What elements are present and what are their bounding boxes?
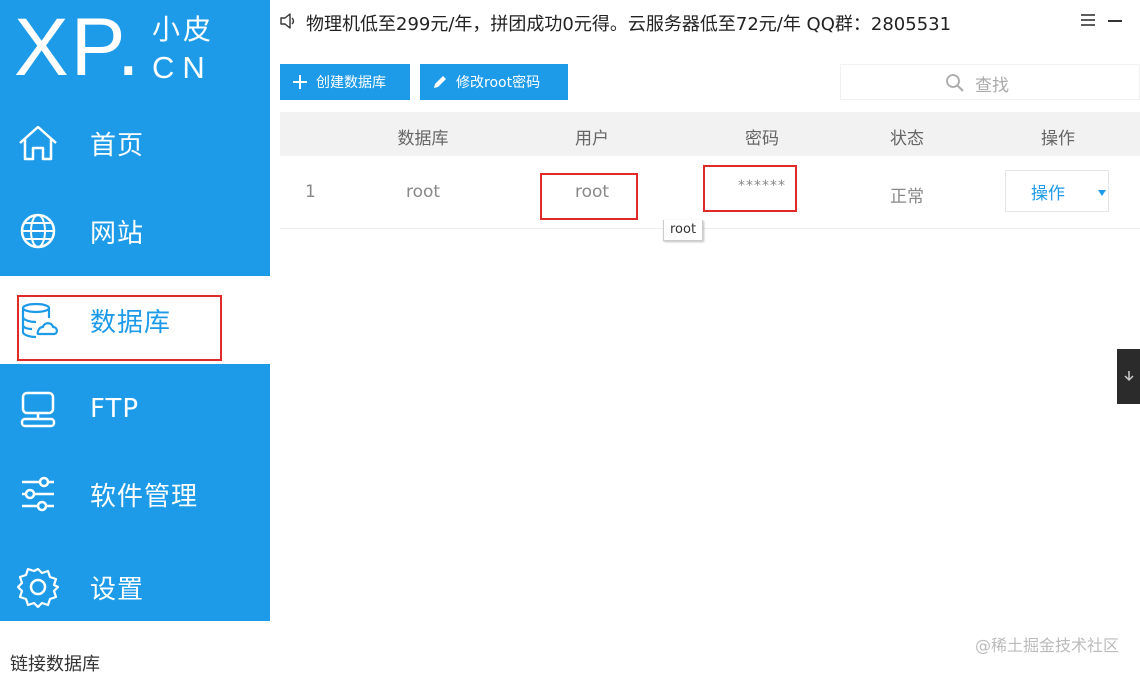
sidebar-item-label: 网站 [90,218,145,249]
column-header: 操作 [1041,129,1075,149]
announcement-text[interactable]: 物理机低至299元/年，拼团成功0元得。云服务器低至72元/年 QQ群：2805… [306,10,951,36]
sidebar-item-label: 软件管理 [90,481,199,512]
sidebar-item-ftp[interactable]: FTP [0,365,270,453]
side-tab[interactable] [1117,349,1140,404]
row-index: 1 [305,182,316,202]
sidebar-item-software[interactable]: 软件管理 [0,450,270,538]
sidebar-item-label: FTP [90,394,140,424]
logo-suffix: CN [152,50,213,85]
bottom-caption: 链接数据库 [10,654,100,675]
menu-icon[interactable] [1080,12,1096,28]
change-root-password-button[interactable]: 修改root密码 [420,64,568,100]
ftp-icon [20,391,56,428]
logo-chinese: 小皮 [152,13,215,46]
caret-down-icon[interactable] [1098,190,1106,196]
create-database-button[interactable]: 创建数据库 [280,64,410,100]
home-icon [19,125,57,161]
watermark: @稀土掘金技术社区 [975,636,1120,655]
column-header: 数据库 [397,129,449,149]
column-header: 用户 [575,129,609,149]
minimize-icon[interactable] [1108,20,1122,22]
sliders-icon [22,476,54,512]
gear-icon [16,567,60,609]
sidebar-item-home[interactable]: 首页 [0,99,270,187]
column-header: 状态 [890,129,924,149]
pencil-icon [434,76,446,88]
tooltip: root [663,220,704,241]
speaker-icon [280,13,295,29]
sidebar-item-website[interactable]: 网站 [0,187,270,275]
action-dropdown: 操作 [1005,170,1109,212]
change-root-password-label: 修改root密码 [456,75,541,91]
annotation-box-password [703,165,797,212]
cell-database: root [405,182,441,202]
sidebar-item-label: 设置 [90,574,145,605]
action-button[interactable]: 操作 [1006,171,1090,211]
side-tab-icon [1124,371,1134,382]
plus-icon [293,75,307,89]
cell-status: 正常 [890,187,924,207]
column-header: 密码 [745,129,779,149]
search-icon [946,74,964,92]
sidebar-item-label: 首页 [90,130,145,161]
top-bar: 物理机低至299元/年，拼团成功0元得。云服务器低至72元/年 QQ群：2805… [270,0,1140,44]
annotation-box-user [540,173,638,220]
logo: XP. 小皮 CN [0,0,270,100]
search-input[interactable]: 查找 [840,64,1140,100]
annotation-box-database [17,295,222,361]
globe-icon [20,213,56,249]
sidebar-item-settings[interactable]: 设置 [0,543,270,631]
create-database-label: 创建数据库 [316,75,386,91]
search-placeholder: 查找 [975,76,1009,96]
logo-brand: XP. [14,2,142,93]
table-header: 数据库 用户 密码 状态 操作 [280,112,1140,156]
